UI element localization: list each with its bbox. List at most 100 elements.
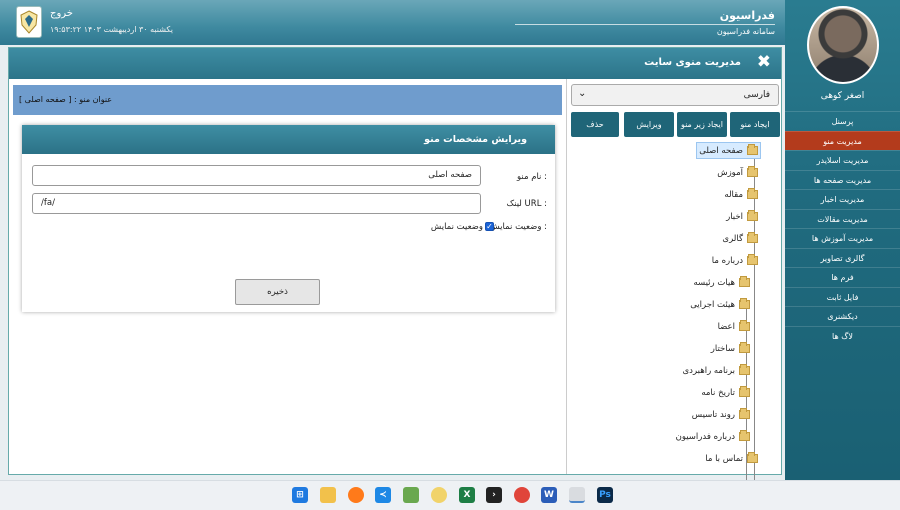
display-status-checkbox[interactable]: ✓ <box>485 222 494 231</box>
folder-icon <box>739 298 750 309</box>
panel-title: مدیریت منوی سایت <box>644 57 741 68</box>
sidebar-item-news[interactable]: مدیریت اخبار <box>785 189 900 209</box>
powerpoint-icon[interactable] <box>569 487 585 503</box>
folder-icon <box>747 188 758 199</box>
folder-icon <box>739 430 750 441</box>
folder-icon <box>739 386 750 397</box>
edit-button[interactable]: ویرایش <box>624 112 674 137</box>
display-status-label: وضعیت نمایش : <box>489 222 547 232</box>
sidebar-item-gallery[interactable]: گالری تصاویر <box>785 247 900 268</box>
sidebar: اصغر کوهی پرسنل مدیریت منو مدیریت اسلاید… <box>785 0 900 480</box>
menu-url-field[interactable]: /fa/ <box>32 193 481 214</box>
folder-icon <box>747 232 758 243</box>
logout-link[interactable]: خروج <box>50 8 73 19</box>
top-header: خروج یکشنبه ۳۰ اردیبهشت ۱۴۰۳ ۱۹:۵۳:۲۲ فد… <box>0 0 785 45</box>
tree-node-structure[interactable]: ساختار <box>711 340 750 357</box>
username: اصغر کوهی <box>820 91 865 101</box>
tree-node-history[interactable]: تاریخ نامه <box>701 384 750 401</box>
paint-icon[interactable] <box>403 487 419 503</box>
tree-node-members[interactable]: اعضا <box>718 318 750 335</box>
chrome-icon[interactable] <box>514 487 530 503</box>
tree-node-about-federation[interactable]: درباره فدراسیون <box>676 428 750 445</box>
vscode-icon[interactable]: ≺ <box>375 487 391 503</box>
folder-icon <box>739 276 750 287</box>
close-icon[interactable]: ✖ <box>757 54 771 71</box>
panel-header: مدیریت منوی سایت ✖ <box>9 48 781 79</box>
windows-start-icon[interactable]: ⊞ <box>292 487 308 503</box>
word-icon[interactable]: W <box>541 487 557 503</box>
menu-url-label: لینک URL : <box>506 199 547 209</box>
sidebar-menu: پرسنل مدیریت منو مدیریت اسلایدر مدیریت ص… <box>785 111 900 345</box>
folder-icon <box>739 320 750 331</box>
sidebar-item-pages[interactable]: مدیریت صفحه ها <box>785 169 900 190</box>
tree-node-label: ساختار <box>710 343 735 354</box>
app-icon[interactable] <box>431 487 447 503</box>
tree-node-label: درباره فدراسیون <box>675 431 735 442</box>
edit-menu-card: ویرایش مشخصات منو نام منو : صفحه اصلی لی… <box>22 125 555 312</box>
folder-icon <box>747 210 758 221</box>
tree-node-news[interactable]: اخبار <box>726 208 758 225</box>
menu-title-bar: عنوان منو : [ صفحه اصلی ] <box>13 85 562 115</box>
sidebar-item-dictionary[interactable]: دیکشنری <box>785 306 900 326</box>
sidebar-item-articles[interactable]: مدیریت مقالات <box>785 208 900 229</box>
sidebar-item-forms[interactable]: فرم ها <box>785 267 900 287</box>
folder-icon <box>747 166 758 177</box>
tree-node-label: روند تاسیس <box>691 409 735 420</box>
language-select[interactable]: فارسی ⌄ <box>571 84 779 106</box>
display-status-checkbox-label: وضعیت نمایش <box>430 222 483 232</box>
tree-node-education[interactable]: آموزش <box>717 164 758 181</box>
tree-node-contact[interactable]: تماس با ما <box>705 450 758 467</box>
taskbar: ⊞ ≺ X › W Ps <box>0 480 900 510</box>
sidebar-item-logs[interactable]: لاگ ها <box>785 325 900 346</box>
menu-name-field[interactable]: صفحه اصلی <box>32 165 481 186</box>
tree-toolbar: حذف ویرایش ایجاد زیر منو ایجاد منو <box>571 112 780 137</box>
site-subtitle: سامانه فدراسیون <box>716 27 775 36</box>
sidebar-item-education[interactable]: مدیریت آموزش ها <box>785 228 900 248</box>
tree-node-article[interactable]: مقاله <box>724 186 758 203</box>
language-select-value: فارسی <box>743 90 770 100</box>
excel-icon[interactable]: X <box>459 487 475 503</box>
save-button[interactable]: ذخیره <box>235 279 320 305</box>
tree-node-board[interactable]: هیات رئیسه <box>693 274 750 291</box>
tree-node-label: تماس با ما <box>705 453 743 464</box>
firefox-icon[interactable] <box>348 487 364 503</box>
create-menu-button[interactable]: ایجاد منو <box>730 112 780 137</box>
menu-tree-panel: فارسی ⌄ حذف ویرایش ایجاد زیر منو ایجاد م… <box>566 79 781 503</box>
tree-node-strategy[interactable]: برنامه راهبردی <box>683 362 750 379</box>
site-title: فدراسیون <box>719 9 775 22</box>
folder-icon <box>739 364 750 375</box>
tree-node-label: اعضا <box>717 321 735 332</box>
tree-node-label: درباره ما <box>711 255 743 266</box>
datetime: یکشنبه ۳۰ اردیبهشت ۱۴۰۳ ۱۹:۵۳:۲۲ <box>50 25 174 34</box>
sidebar-item-personnel[interactable]: پرسنل <box>785 111 900 131</box>
tree-node-label: آموزش <box>717 167 743 178</box>
sidebar-item-slider[interactable]: مدیریت اسلایدر <box>785 150 900 170</box>
delete-button[interactable]: حذف <box>571 112 619 137</box>
file-explorer-icon[interactable] <box>320 487 336 503</box>
tree-node-label: اخبار <box>726 211 743 222</box>
header-divider <box>515 24 775 25</box>
tree-node-label: تاریخ نامه <box>701 387 735 398</box>
create-submenu-button[interactable]: ایجاد زیر منو <box>677 112 727 137</box>
photoshop-icon[interactable]: Ps <box>597 487 613 503</box>
sidebar-item-static-file[interactable]: فایل ثابت <box>785 286 900 307</box>
chevron-down-icon: ⌄ <box>578 88 587 99</box>
tree-node-executive[interactable]: هیئت اجرایی <box>690 296 750 313</box>
tree-node-home[interactable]: صفحه اصلی <box>696 142 761 159</box>
folder-icon <box>747 254 758 265</box>
menu-title-text: عنوان منو : [ صفحه اصلی ] <box>19 95 113 104</box>
sidebar-item-menu-management[interactable]: مدیریت منو <box>785 130 900 150</box>
tree-node-gallery[interactable]: گالری <box>722 230 758 247</box>
tree-node-label: برنامه راهبردی <box>682 365 735 376</box>
edit-card-title: ویرایش مشخصات منو <box>424 134 527 145</box>
tree-node-founding[interactable]: روند تاسیس <box>692 406 750 423</box>
federation-logo <box>16 6 42 38</box>
terminal-icon[interactable]: › <box>486 487 502 503</box>
edit-card-header: ویرایش مشخصات منو <box>22 125 555 154</box>
tree-node-about[interactable]: درباره ما <box>712 252 758 269</box>
tree-node-label: مقاله <box>724 189 743 200</box>
folder-icon <box>739 342 750 353</box>
folder-icon <box>747 452 758 463</box>
menu-name-label: نام منو : <box>516 172 547 182</box>
tree-node-label: هیئت اجرایی <box>690 299 735 310</box>
